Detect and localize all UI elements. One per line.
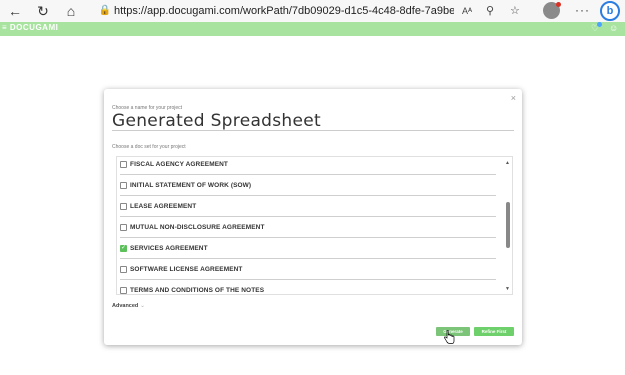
profile-avatar[interactable]	[543, 2, 561, 19]
hand-cursor-icon	[444, 330, 455, 344]
home-icon[interactable]: ⌂	[62, 2, 80, 20]
app-header: ≡ DOCUGAMI ♡ ☺	[0, 22, 625, 36]
list-item-label: INITIAL STATEMENT OF WORK (SOW)	[130, 181, 252, 189]
checkbox[interactable]	[120, 202, 127, 210]
docset-label: Choose a doc set for your project	[112, 144, 186, 150]
scrollbar-thumb[interactable]	[506, 202, 510, 248]
advanced-label: Advanced	[112, 303, 139, 309]
scroll-up-icon[interactable]: ▲	[505, 160, 510, 166]
close-icon[interactable]: ×	[511, 93, 516, 103]
checkbox[interactable]	[120, 223, 127, 231]
checkbox-checked[interactable]: ✓	[120, 244, 127, 252]
list-item-label: SOFTWARE LICENSE AGREEMENT	[130, 265, 243, 273]
list-item-label: TERMS AND CONDITIONS OF THE NOTES	[130, 287, 265, 294]
refine-first-button[interactable]: Refine First	[474, 327, 514, 336]
list-item-label: MUTUAL NON-DISCLOSURE AGREEMENT	[130, 223, 265, 231]
back-icon[interactable]: ←	[6, 2, 24, 20]
docset-list[interactable]: FISCAL AGENCY AGREEMENT INITIAL STATEMEN…	[116, 156, 513, 295]
advanced-toggle[interactable]: Advanced ⌄	[112, 303, 145, 309]
list-item-label: LEASE AGREEMENT	[130, 202, 197, 210]
refresh-icon[interactable]: ↻	[34, 2, 52, 20]
favorites-icon[interactable]: ☆	[510, 4, 520, 17]
list-item-label: SERVICES AGREEMENT	[130, 244, 208, 252]
read-aloud-icon[interactable]: Aᴬ	[462, 6, 472, 16]
list-item[interactable]: SOFTWARE LICENSE AGREEMENT	[120, 259, 496, 280]
checkbox[interactable]	[120, 265, 127, 273]
new-project-dialog: × Choose a name for your project Generat…	[104, 89, 522, 345]
lock-icon: 🔒	[98, 5, 112, 16]
list-item[interactable]: ✓ SERVICES AGREEMENT	[120, 238, 496, 259]
list-item[interactable]: INITIAL STATEMENT OF WORK (SOW)	[120, 175, 496, 196]
address-bar[interactable]: 🔒 https://app.docugami.com/workPath/7db0…	[96, 1, 544, 20]
browser-toolbar: ← ↻ ⌂ 🔒 https://app.docugami.com/workPat…	[0, 0, 625, 22]
more-icon[interactable]: ···	[575, 3, 590, 17]
list-item[interactable]: TERMS AND CONDITIONS OF THE NOTES	[120, 280, 496, 294]
list-item[interactable]: MUTUAL NON-DISCLOSURE AGREEMENT	[120, 217, 496, 238]
bing-icon[interactable]: b	[600, 1, 620, 21]
chevron-down-icon: ⌄	[140, 303, 145, 309]
url-text[interactable]: https://app.docugami.com/workPath/7db090…	[114, 5, 454, 17]
checkbox[interactable]	[120, 287, 127, 294]
notification-dot	[556, 2, 561, 7]
brand-logo[interactable]: ≡ DOCUGAMI	[2, 23, 58, 32]
checkbox[interactable]	[120, 181, 127, 189]
notification-badge	[597, 22, 602, 27]
user-icon[interactable]: ☺	[609, 23, 618, 33]
zoom-icon[interactable]: ⚲	[486, 4, 494, 17]
scrollbar[interactable]: ▲ ▼	[504, 157, 512, 294]
list-item[interactable]: FISCAL AGENCY AGREEMENT	[120, 157, 496, 175]
checkbox[interactable]	[120, 160, 127, 168]
list-item-label: FISCAL AGENCY AGREEMENT	[130, 160, 229, 168]
list-item[interactable]: LEASE AGREEMENT	[120, 196, 496, 217]
scroll-down-icon[interactable]: ▼	[505, 286, 510, 292]
project-name-input[interactable]: Generated Spreadsheet	[112, 111, 514, 131]
